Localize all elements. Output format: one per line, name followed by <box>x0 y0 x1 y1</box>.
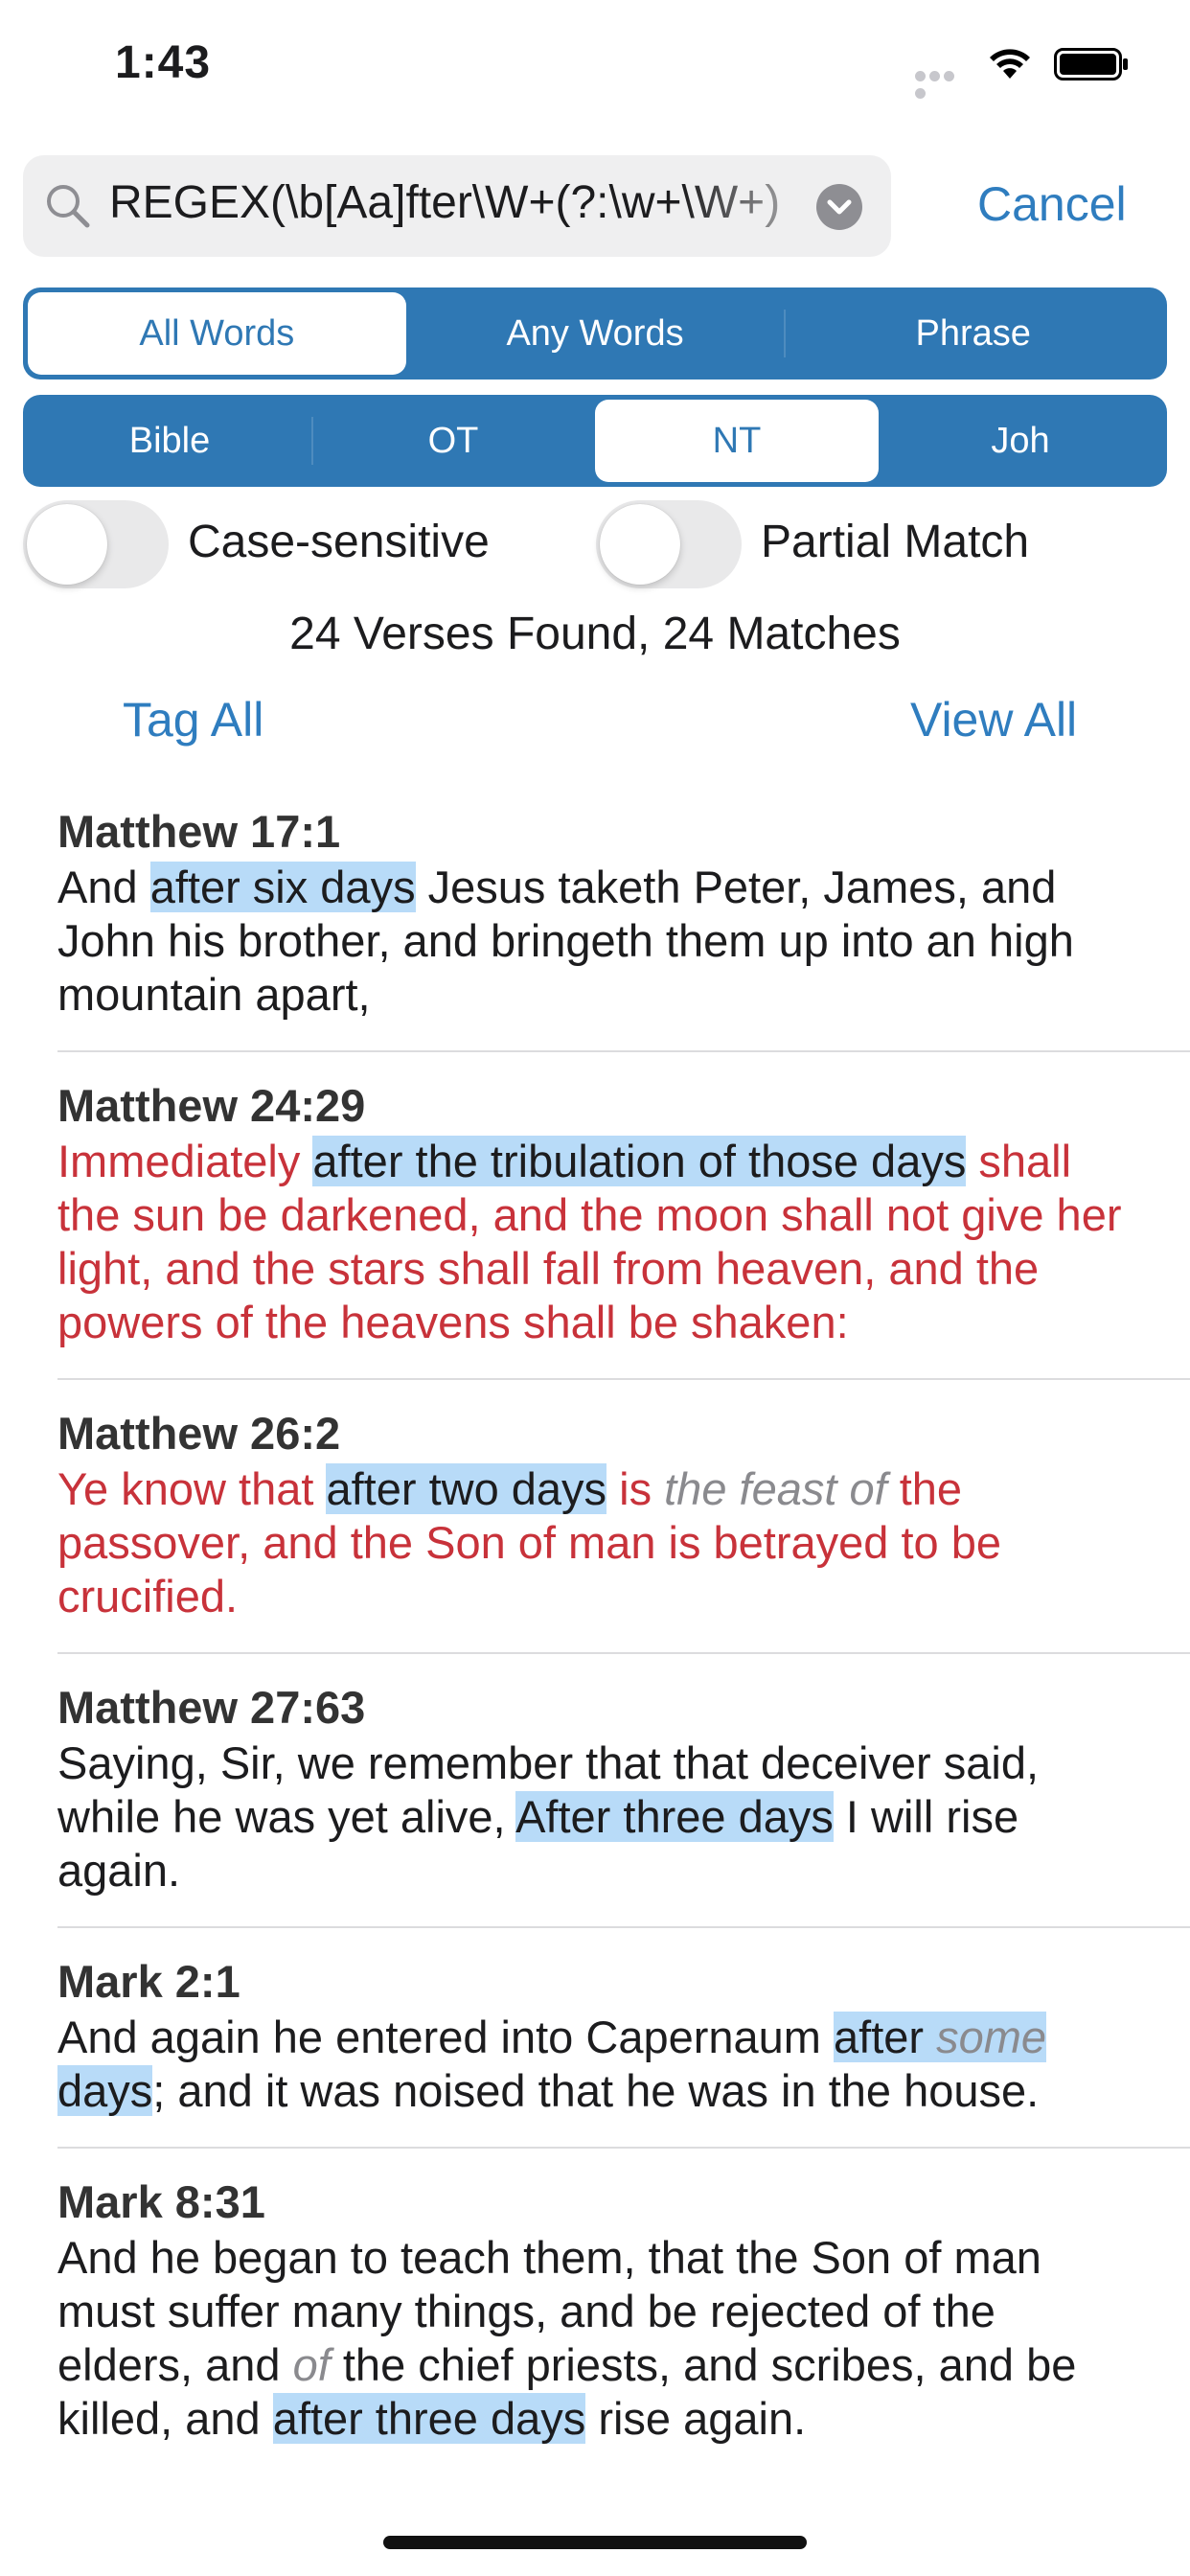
verse-reference: Mark 2:1 <box>57 1956 240 2007</box>
match-highlight: days <box>57 2065 153 2116</box>
partial-match-label: Partial Match <box>761 517 1030 567</box>
toggle-knob <box>600 504 680 585</box>
verse-reference: Matthew 24:29 <box>57 1080 366 1131</box>
segment-phrase[interactable]: Phrase <box>784 292 1162 375</box>
verse-text: Ye know that after two days is the feast… <box>57 1462 1131 1623</box>
verse-result-item[interactable]: Matthew 26:2 Ye know that after two days … <box>57 1399 1190 1654</box>
verse-reference: Matthew 17:1 <box>57 806 341 857</box>
verse-reference: Mark 8:31 <box>57 2176 265 2227</box>
search-icon <box>47 185 90 228</box>
cancel-button[interactable]: Cancel <box>977 176 1127 232</box>
verse-text-segment: rise again. <box>585 2393 807 2444</box>
segment-all-words[interactable]: All Words <box>28 292 406 375</box>
case-sensitive-label: Case-sensitive <box>188 517 490 567</box>
verse-result-item[interactable]: Matthew 17:1 And after six days Jesus tak… <box>57 797 1190 1052</box>
segment-ot[interactable]: OT <box>311 400 595 482</box>
search-input[interactable]: REGEX(\b[Aa]fter\W+(?:\w+\W+) <box>109 176 809 238</box>
match-highlight: after <box>834 2012 937 2062</box>
supplied-word-text: the feast of <box>664 1463 887 1514</box>
verse-result-item[interactable]: Mark 8:31 And he began to teach them, tha… <box>57 2168 1190 2474</box>
partial-match-toggle[interactable] <box>596 500 742 588</box>
verse-result-item[interactable]: Matthew 27:63 Saying, Sir, we remember th… <box>57 1673 1190 1928</box>
verse-text-segment: And again he entered into Capernaum <box>57 2012 835 2062</box>
toggle-knob <box>27 504 107 585</box>
chevron-down-icon <box>827 199 852 215</box>
verse-text: And he began to teach them, that the Son… <box>57 2231 1131 2446</box>
status-time: 1:43 <box>115 37 212 88</box>
segment-any-words[interactable]: Any Words <box>406 292 785 375</box>
segment-nt[interactable]: NT <box>595 400 879 482</box>
match-highlight: After three days <box>515 1791 834 1842</box>
verse-text-segment: Ye know that <box>57 1463 327 1514</box>
home-indicator <box>383 2536 807 2549</box>
results-list: Matthew 17:1 And after six days Jesus tak… <box>57 797 1190 2494</box>
supplied-word-text: of <box>292 2339 331 2390</box>
match-highlight: some <box>936 2012 1047 2062</box>
segment-joh[interactable]: Joh <box>879 400 1162 482</box>
wifi-icon <box>990 49 1030 79</box>
battery-icon <box>1054 48 1128 80</box>
verse-text: And again he entered into Capernaum afte… <box>57 2011 1131 2118</box>
scope-segmented-control: Bible OT NT Joh <box>23 395 1167 487</box>
verse-text: And after six days Jesus taketh Peter, J… <box>57 861 1131 1022</box>
tag-all-button[interactable]: Tag All <box>123 692 263 748</box>
verse-result-item[interactable]: Matthew 24:29 Immediately after the tribu… <box>57 1071 1190 1380</box>
verse-text: Saying, Sir, we remember that that decei… <box>57 1736 1131 1898</box>
verse-text-segment: is <box>606 1463 665 1514</box>
results-summary: 24 Verses Found, 24 Matches <box>289 609 901 659</box>
segment-bible[interactable]: Bible <box>28 400 311 482</box>
match-mode-segmented-control: All Words Any Words Phrase <box>23 288 1167 380</box>
match-highlight: after the tribulation of those days <box>312 1136 967 1186</box>
verse-reference: Matthew 27:63 <box>57 1682 366 1733</box>
verse-text: Immediately after the tribulation of tho… <box>57 1135 1131 1349</box>
match-highlight: after two days <box>326 1463 607 1514</box>
verse-text-segment: ; and it was noised that he was in the h… <box>152 2065 1040 2116</box>
verse-text-segment: And <box>57 862 150 912</box>
view-all-button[interactable]: View All <box>910 692 1077 748</box>
match-highlight: after three days <box>272 2393 586 2444</box>
cellular-signal-icon <box>915 69 971 99</box>
match-highlight: after six days <box>149 862 416 912</box>
verse-text-segment: Immediately <box>57 1136 313 1186</box>
search-history-button[interactable] <box>816 184 862 230</box>
verse-result-item[interactable]: Mark 2:1 And again he entered into Capern… <box>57 1947 1190 2149</box>
case-sensitive-toggle[interactable] <box>23 500 169 588</box>
verse-reference: Matthew 26:2 <box>57 1408 341 1459</box>
